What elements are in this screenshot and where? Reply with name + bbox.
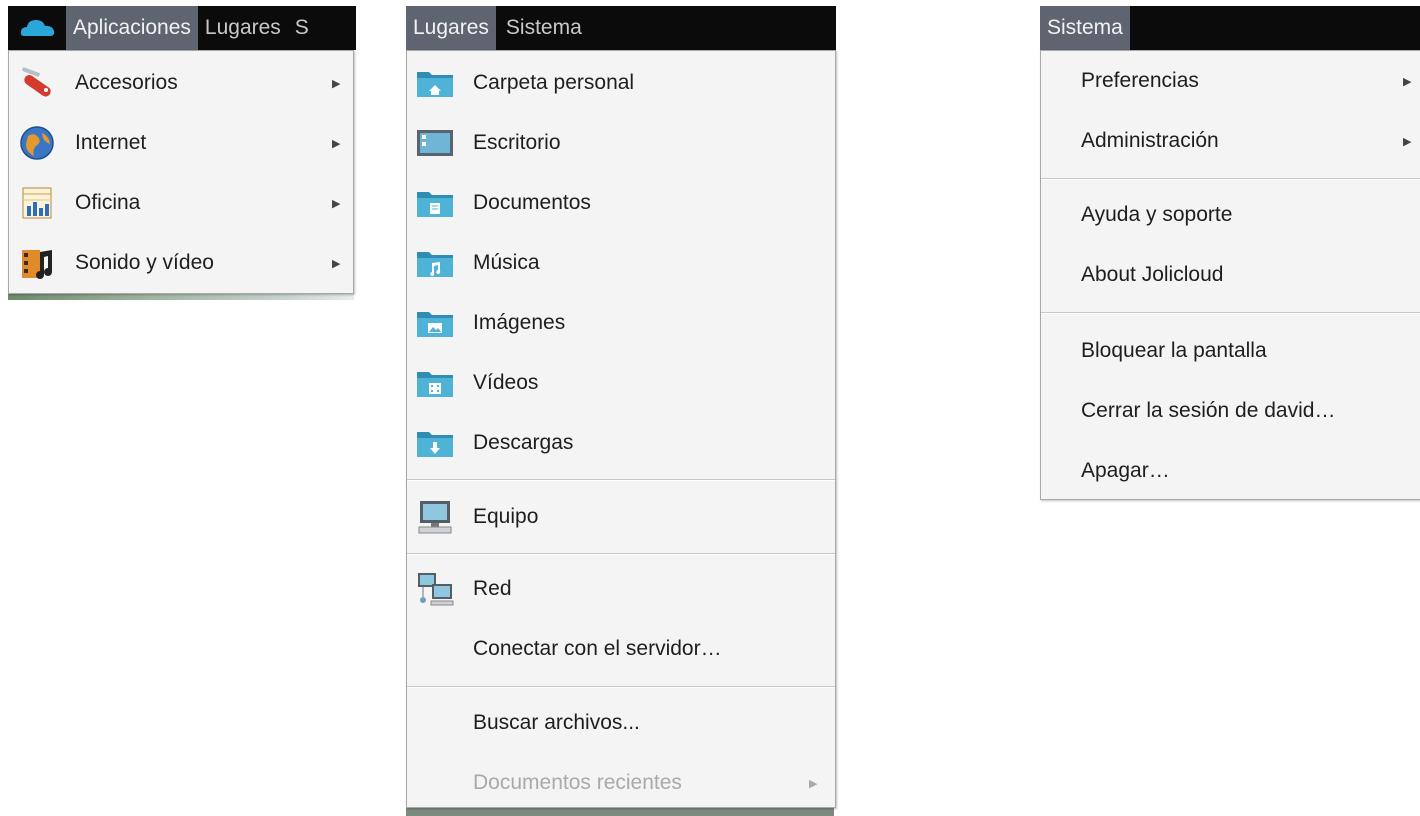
desktop-icon	[415, 124, 455, 162]
top-menubar: Sistema	[1040, 6, 1420, 50]
menu-separator	[407, 686, 835, 688]
multimedia-icon	[17, 244, 57, 282]
menu-item-label: Vídeos	[473, 371, 539, 394]
network-icon	[415, 570, 455, 608]
menu-item-label: Sonido y vídeo	[75, 251, 214, 274]
menu-item-label: Descargas	[473, 431, 574, 454]
pictures-folder-icon	[415, 304, 455, 342]
music-folder-icon	[415, 244, 455, 282]
videos-folder-icon	[415, 364, 455, 402]
menu-item-cerrar-la-sesion[interactable]: Cerrar la sesión de david…	[1041, 381, 1420, 441]
submenu-arrow-icon: ▶	[332, 257, 341, 270]
menu-item-label: Conectar con el servidor…	[473, 637, 722, 660]
submenu-arrow-icon: ▶	[1403, 135, 1412, 148]
menu-item-label: Ayuda y soporte	[1081, 203, 1233, 226]
menu-item-label: Preferencias	[1081, 69, 1199, 92]
menu-item-red[interactable]: Red	[407, 559, 835, 619]
menu-item-label: Equipo	[473, 505, 539, 528]
system-panel: Sistema Preferencias ▶ Administración ▶ …	[1040, 0, 1420, 504]
menu-item-label: Accesorios	[75, 71, 178, 94]
menu-item-carpeta-personal[interactable]: Carpeta personal	[407, 53, 835, 113]
submenu-arrow-icon: ▶	[809, 777, 818, 790]
places-menu: Carpeta personal Escritorio Documentos M…	[406, 50, 836, 808]
menu-item-administracion[interactable]: Administración ▶	[1041, 111, 1420, 171]
menu-item-accesorios[interactable]: Accesorios ▶	[9, 53, 353, 113]
menu-item-buscar-archivos[interactable]: Buscar archivos...	[407, 693, 835, 753]
menu-item-label: Carpeta personal	[473, 71, 635, 94]
applications-panel: Aplicaciones Lugares S Accesorios ▶ Inte…	[0, 0, 356, 300]
menu-item-equipo[interactable]: Equipo	[407, 487, 835, 547]
submenu-arrow-icon: ▶	[332, 77, 341, 90]
menubar-item-sistema[interactable]: Sistema	[1040, 6, 1130, 50]
menu-item-label: Administración	[1081, 129, 1219, 152]
menu-item-videos[interactable]: Vídeos	[407, 353, 835, 413]
menu-item-documentos-recientes[interactable]: Documentos recientes ▶	[407, 753, 835, 813]
menu-item-label: Imágenes	[473, 311, 566, 334]
places-panel: Lugares Sistema Carpeta personal Escrito…	[406, 0, 836, 816]
menu-item-label: Música	[473, 251, 540, 274]
submenu-arrow-icon: ▶	[1403, 75, 1412, 88]
menu-item-conectar-con-el-servidor[interactable]: Conectar con el servidor…	[407, 619, 835, 679]
menu-item-sonido-y-video[interactable]: Sonido y vídeo ▶	[9, 233, 353, 293]
documents-folder-icon	[415, 184, 455, 222]
menu-item-label: Escritorio	[473, 131, 561, 154]
menu-separator	[407, 479, 835, 481]
menu-item-documentos[interactable]: Documentos	[407, 173, 835, 233]
office-icon	[17, 184, 57, 222]
home-folder-icon	[415, 64, 455, 102]
menu-item-label: Bloquear la pantalla	[1081, 339, 1267, 362]
jolicloud-logo-button[interactable]	[8, 6, 66, 50]
menu-item-label: Documentos recientes	[473, 771, 682, 794]
menu-separator	[407, 553, 835, 555]
menu-item-label: Oficina	[75, 191, 141, 214]
menubar-item-lugares[interactable]: Lugares	[406, 6, 496, 50]
applications-menu: Accesorios ▶ Internet ▶ Oficina ▶ Sonido…	[8, 50, 354, 294]
menu-item-musica[interactable]: Música	[407, 233, 835, 293]
menu-item-label: Internet	[75, 131, 147, 154]
menu-item-label: Cerrar la sesión de david…	[1081, 399, 1336, 422]
internet-globe-icon	[17, 124, 57, 162]
cloud-icon	[18, 16, 58, 40]
computer-icon	[415, 498, 455, 536]
menu-item-label: Apagar…	[1081, 459, 1170, 482]
menubar-item-lugares[interactable]: Lugares	[198, 6, 288, 50]
accessories-icon	[17, 64, 57, 102]
menu-item-preferencias[interactable]: Preferencias ▶	[1041, 51, 1420, 111]
top-menubar: Aplicaciones Lugares S	[8, 6, 356, 50]
menubar-item-sistema[interactable]: Sistema	[496, 6, 589, 50]
menu-item-apagar[interactable]: Apagar…	[1041, 441, 1420, 501]
menu-item-label: Red	[473, 577, 512, 600]
menu-item-about-jolicloud[interactable]: About Jolicloud	[1041, 245, 1420, 305]
top-menubar: Lugares Sistema	[406, 6, 836, 50]
menu-item-label: Documentos	[473, 191, 591, 214]
menu-item-imagenes[interactable]: Imágenes	[407, 293, 835, 353]
menu-item-oficina[interactable]: Oficina ▶	[9, 173, 353, 233]
menu-item-label: Buscar archivos...	[473, 711, 640, 734]
menu-item-internet[interactable]: Internet ▶	[9, 113, 353, 173]
system-menu: Preferencias ▶ Administración ▶ Ayuda y …	[1040, 50, 1420, 500]
menu-separator	[1041, 312, 1420, 314]
menu-item-escritorio[interactable]: Escritorio	[407, 113, 835, 173]
menu-item-bloquear-la-pantalla[interactable]: Bloquear la pantalla	[1041, 321, 1420, 381]
submenu-arrow-icon: ▶	[332, 137, 341, 150]
menu-separator	[1041, 178, 1420, 180]
submenu-arrow-icon: ▶	[332, 197, 341, 210]
menubar-item-sistema-clipped[interactable]: S	[288, 6, 316, 50]
menu-item-ayuda-y-soporte[interactable]: Ayuda y soporte	[1041, 185, 1420, 245]
menubar-item-aplicaciones[interactable]: Aplicaciones	[66, 6, 198, 50]
menu-item-descargas[interactable]: Descargas	[407, 413, 835, 473]
menu-item-label: About Jolicloud	[1081, 263, 1224, 286]
downloads-folder-icon	[415, 424, 455, 462]
